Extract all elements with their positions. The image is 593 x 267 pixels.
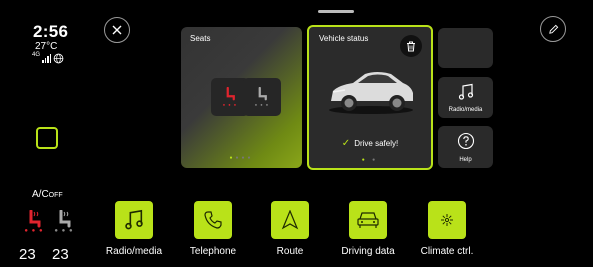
clock: 2:56	[33, 22, 69, 41]
signal-bars-icon	[42, 54, 52, 63]
dock-label: Driving data	[341, 246, 395, 257]
dock-label: Route	[276, 246, 304, 257]
dock-radio-media-button[interactable]	[115, 201, 153, 239]
seats-tile-title: Seats	[190, 34, 211, 43]
network-type: 4G	[32, 51, 41, 58]
page-indicator: ●●●●	[229, 155, 254, 161]
dock-label: Climate ctrl.	[420, 246, 474, 257]
ac-toggle[interactable]: A/COFF	[32, 189, 63, 200]
heat-level-indicator: ● ● ●	[222, 101, 238, 107]
help-tile[interactable]: Help	[438, 126, 493, 168]
heat-level-indicator: ● ● ●	[24, 228, 44, 234]
outside-temperature: 27°C	[35, 41, 58, 52]
music-note-icon	[125, 209, 143, 230]
seat-heat-icon	[29, 210, 41, 228]
pencil-icon	[548, 24, 558, 34]
heat-level-indicator: ● ● ●	[54, 228, 74, 234]
dock-climate-button[interactable]	[428, 201, 466, 239]
dock-driving-data[interactable]: Driving data	[333, 201, 403, 257]
drag-handle[interactable]	[318, 10, 354, 13]
trash-icon	[407, 41, 415, 51]
phone-icon	[204, 211, 222, 229]
checkmark-icon: ✓	[341, 138, 351, 149]
music-note-icon	[458, 83, 473, 100]
page-indicator: ● ●	[361, 157, 379, 163]
dock-radio-media[interactable]: Radio/media	[99, 201, 169, 257]
dock-telephone-button[interactable]	[194, 201, 232, 239]
navigation-arrow-icon	[281, 210, 299, 230]
car-icon	[357, 212, 379, 228]
drive-message: ✓ Drive safely!	[309, 138, 431, 149]
seat-heat-icon	[226, 86, 235, 100]
dock-climate[interactable]: Climate ctrl.	[412, 201, 482, 257]
remove-tile-button[interactable]	[400, 35, 422, 57]
radio-media-tile-label: Radio/media	[448, 107, 483, 113]
seat-heat-icon	[59, 210, 71, 228]
temp-left[interactable]: 23	[19, 246, 36, 263]
dock-label: Telephone	[189, 246, 237, 257]
dock-label: Radio/media	[105, 246, 163, 257]
help-tile-label: Help	[459, 157, 472, 163]
seat-right-widget[interactable]: ● ● ●	[243, 78, 281, 116]
seat-heat-left-button[interactable]: ● ● ●	[20, 210, 48, 235]
globe-icon	[53, 53, 64, 64]
dock-telephone[interactable]: Telephone	[178, 201, 248, 257]
drive-message-text: Drive safely!	[354, 139, 399, 148]
vehicle-status-title: Vehicle status	[319, 34, 369, 43]
close-icon	[112, 25, 122, 35]
dock-driving-data-button[interactable]	[349, 201, 387, 239]
car-image	[329, 72, 413, 114]
seat-heat-icon	[258, 86, 267, 100]
heat-level-indicator: ● ● ●	[254, 101, 270, 107]
dock-route[interactable]: Route	[255, 201, 325, 257]
close-button[interactable]	[104, 17, 130, 43]
edit-button[interactable]	[540, 16, 566, 42]
network-indicator: 4G	[32, 51, 64, 64]
radio-media-tile[interactable]: Radio/media	[438, 77, 493, 118]
question-icon	[457, 132, 474, 150]
ac-label: A/C	[32, 189, 49, 200]
dock-route-button[interactable]	[271, 201, 309, 239]
fan-icon	[441, 214, 453, 226]
ac-state: OFF	[48, 192, 63, 199]
status-sidebar: 2:56 27°C 4G A/COFF ● ● ● ● ● ● 23 23	[0, 0, 90, 267]
seat-heat-right-button[interactable]: ● ● ●	[50, 210, 78, 235]
empty-tile[interactable]	[438, 28, 493, 68]
home-button[interactable]	[36, 127, 58, 149]
temp-right[interactable]: 23	[52, 246, 69, 263]
vehicle-status-tile[interactable]: Vehicle status ✓ Drive safely! ● ●	[307, 25, 433, 170]
seats-tile[interactable]: Seats ● ● ● ● ● ● ●●●●	[181, 27, 302, 168]
